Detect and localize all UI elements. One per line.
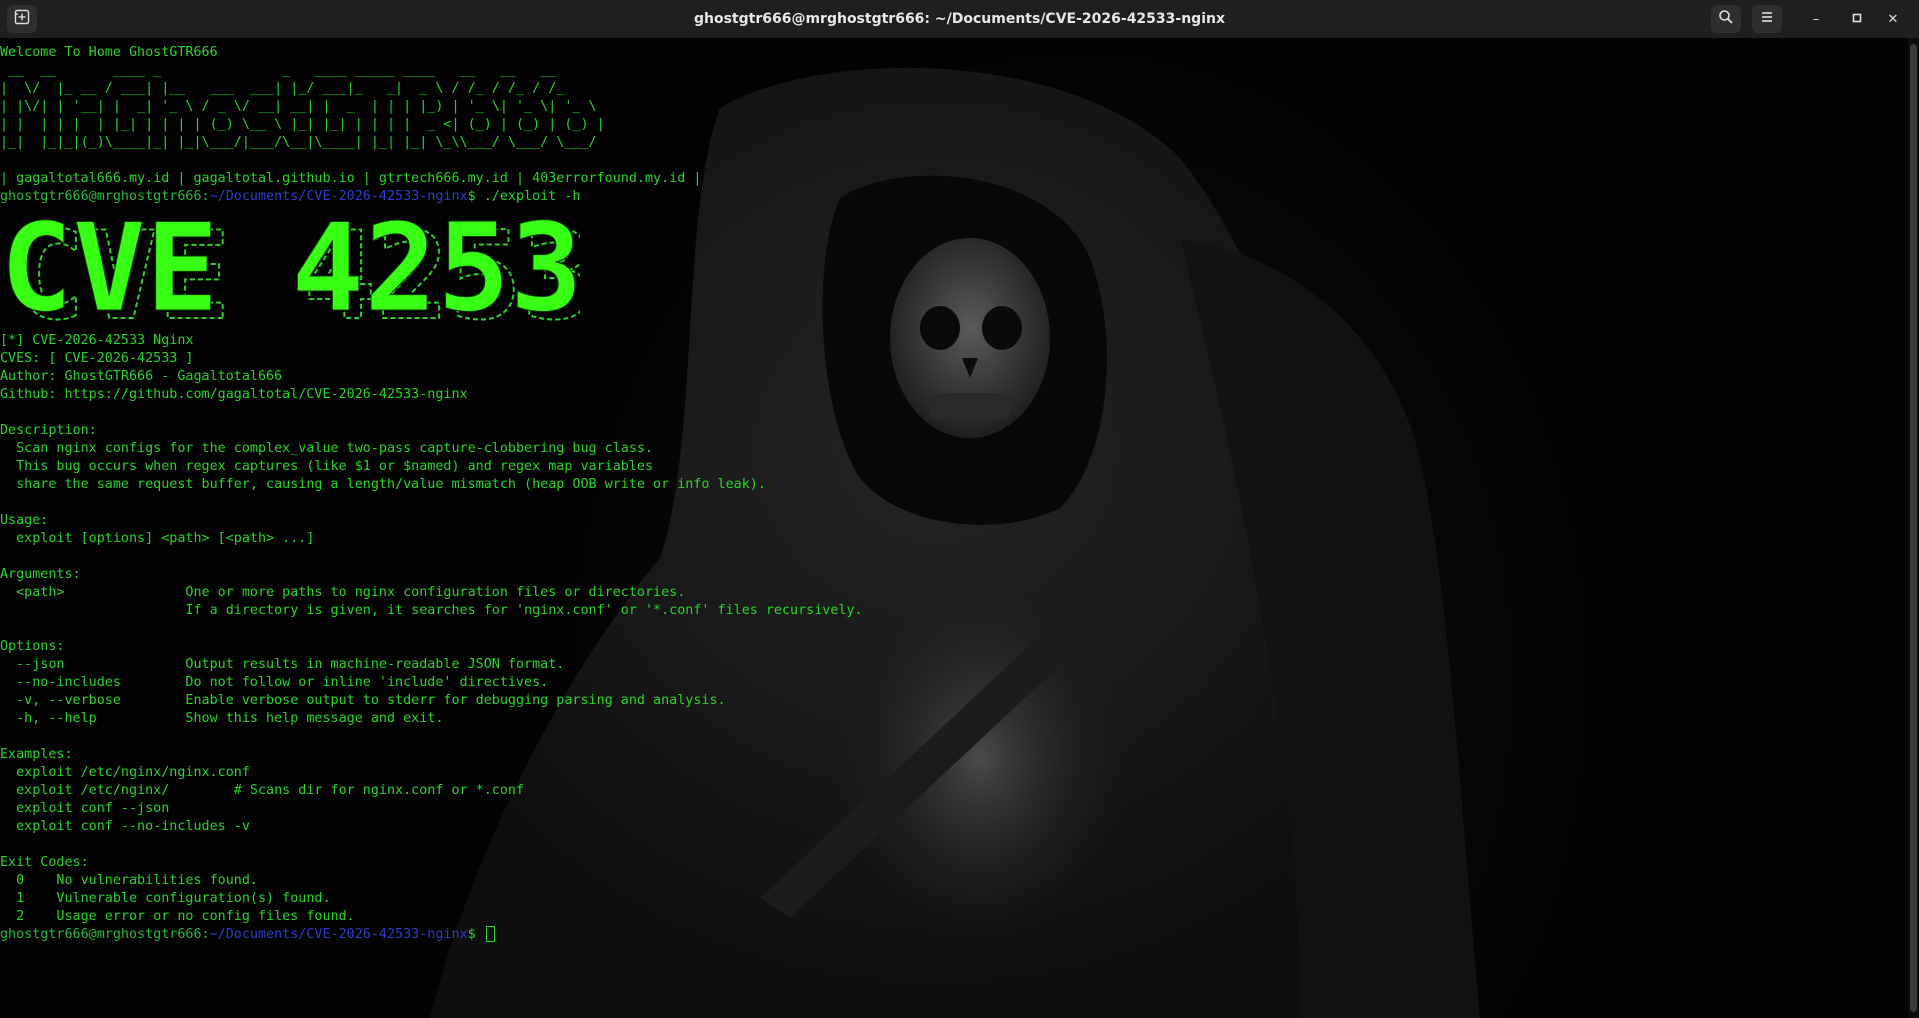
ascii-art-line: | |\/| | '__| | _| '_ \ / _ \/ __| __| |…: [0, 99, 597, 114]
close-button[interactable]: ✕: [1878, 5, 1908, 33]
info-line: Github: https://github.com/gagaltotal/CV…: [0, 387, 468, 402]
prompt-symbol: $: [467, 189, 476, 204]
search-icon: [1718, 9, 1734, 29]
prompt-user: ghostgtr666@mrghostgtr666:: [0, 189, 210, 204]
prompt-path: ~/Documents/CVE-2026-42533-nginx: [209, 927, 468, 942]
welcome-line: Welcome To Home GhostGTR666: [0, 45, 218, 60]
title-bar: ghostgtr666@mrghostgtr666: ~/Documents/C…: [0, 0, 1919, 39]
exit-codes-heading: Exit Codes:: [0, 855, 89, 870]
ascii-art-line: __ __ ____ _ _ ____ _____ ____ __ __ __: [0, 63, 557, 78]
new-tab-button[interactable]: [7, 5, 37, 33]
exit-code-line: 1 Vulnerable configuration(s) found.: [0, 891, 331, 906]
minimize-icon: –: [1812, 11, 1820, 27]
exit-code-line: 2 Usage error or no config files found.: [0, 909, 355, 924]
usage-heading: Usage:: [0, 513, 49, 528]
prompt-path: ~/Documents/CVE-2026-42533-nginx: [209, 189, 468, 204]
menu-button[interactable]: [1752, 5, 1782, 33]
search-button[interactable]: [1711, 5, 1741, 33]
usage-line: exploit [options] <path> [<path> ...]: [0, 531, 315, 546]
terminal-view[interactable]: Welcome To Home GhostGTR666 __ __ ____ _…: [0, 38, 1908, 1018]
prompt-symbol: $: [467, 927, 476, 942]
example-line: exploit conf --json: [0, 801, 170, 816]
argument-line: If a directory is given, it searches for…: [0, 603, 863, 618]
close-icon: ✕: [1887, 11, 1899, 27]
prompt-user: ghostgtr666@mrghostgtr666:: [0, 927, 210, 942]
minimize-button[interactable]: –: [1801, 5, 1831, 33]
info-line: Author: GhostGTR666 - Gagaltotal666: [0, 369, 283, 384]
ascii-art-line: | \/ |_ __ / ___| |__ ___ ___| |_/ ___|_…: [0, 81, 565, 96]
example-line: exploit /etc/nginx/ # Scans dir for ngin…: [0, 783, 525, 798]
description-heading: Description:: [0, 423, 97, 438]
command-prompt-line: ghostgtr666@mrghostgtr666:~/Documents/CV…: [0, 188, 863, 206]
scrollbar-thumb[interactable]: [1910, 44, 1917, 1012]
links-line: | gagaltotal666.my.id | gagaltotal.githu…: [0, 171, 702, 186]
options-heading: Options:: [0, 639, 65, 654]
option-line: --json Output results in machine-readabl…: [0, 657, 565, 672]
info-line: CVES: [ CVE-2026-42533 ]: [0, 351, 194, 366]
description-line: This bug occurs when regex captures (lik…: [0, 459, 654, 474]
ascii-art-line: |_| |_|_|(_)\____|_| |_|\___/|___/\__|\_…: [0, 135, 597, 150]
examples-heading: Examples:: [0, 747, 73, 762]
maximize-button[interactable]: [1842, 5, 1872, 33]
argument-line: <path> One or more paths to nginx config…: [0, 585, 686, 600]
exit-code-line: 0 No vulnerabilities found.: [0, 873, 258, 888]
info-line: [*] CVE-2026-42533 Nginx: [0, 333, 194, 348]
arguments-heading: Arguments:: [0, 567, 81, 582]
prompt-command: ./exploit -h: [475, 189, 581, 204]
option-line: --no-includes Do not follow or inline 'i…: [0, 675, 549, 690]
option-line: -v, --verbose Enable verbose output to s…: [0, 693, 726, 708]
description-line: share the same request buffer, causing a…: [0, 477, 766, 492]
cve-banner-text: CVE 42533: [0, 208, 580, 332]
window-title: ghostgtr666@mrghostgtr666: ~/Documents/C…: [693, 11, 1225, 27]
ascii-art-line: | | | | | | |_| | | | | (_) \__ \ |_| |_…: [0, 117, 605, 132]
maximize-icon: [1852, 12, 1862, 27]
text-cursor: [485, 926, 495, 942]
hamburger-menu-icon: [1760, 10, 1774, 28]
final-prompt-line[interactable]: ghostgtr666@mrghostgtr666:~/Documents/CV…: [0, 926, 863, 944]
option-line: -h, --help Show this help message and ex…: [0, 711, 444, 726]
new-tab-icon: [14, 9, 30, 29]
terminal-window: ghostgtr666@mrghostgtr666: ~/Documents/C…: [0, 0, 1919, 1018]
example-line: exploit /etc/nginx/nginx.conf: [0, 765, 250, 780]
terminal-output: Welcome To Home GhostGTR666 __ __ ____ _…: [0, 44, 863, 944]
description-line: Scan nginx configs for the complex_value…: [0, 441, 654, 456]
example-line: exploit conf --no-includes -v: [0, 819, 250, 834]
cve-banner: CVE 42533 CVE 42533: [0, 206, 863, 332]
